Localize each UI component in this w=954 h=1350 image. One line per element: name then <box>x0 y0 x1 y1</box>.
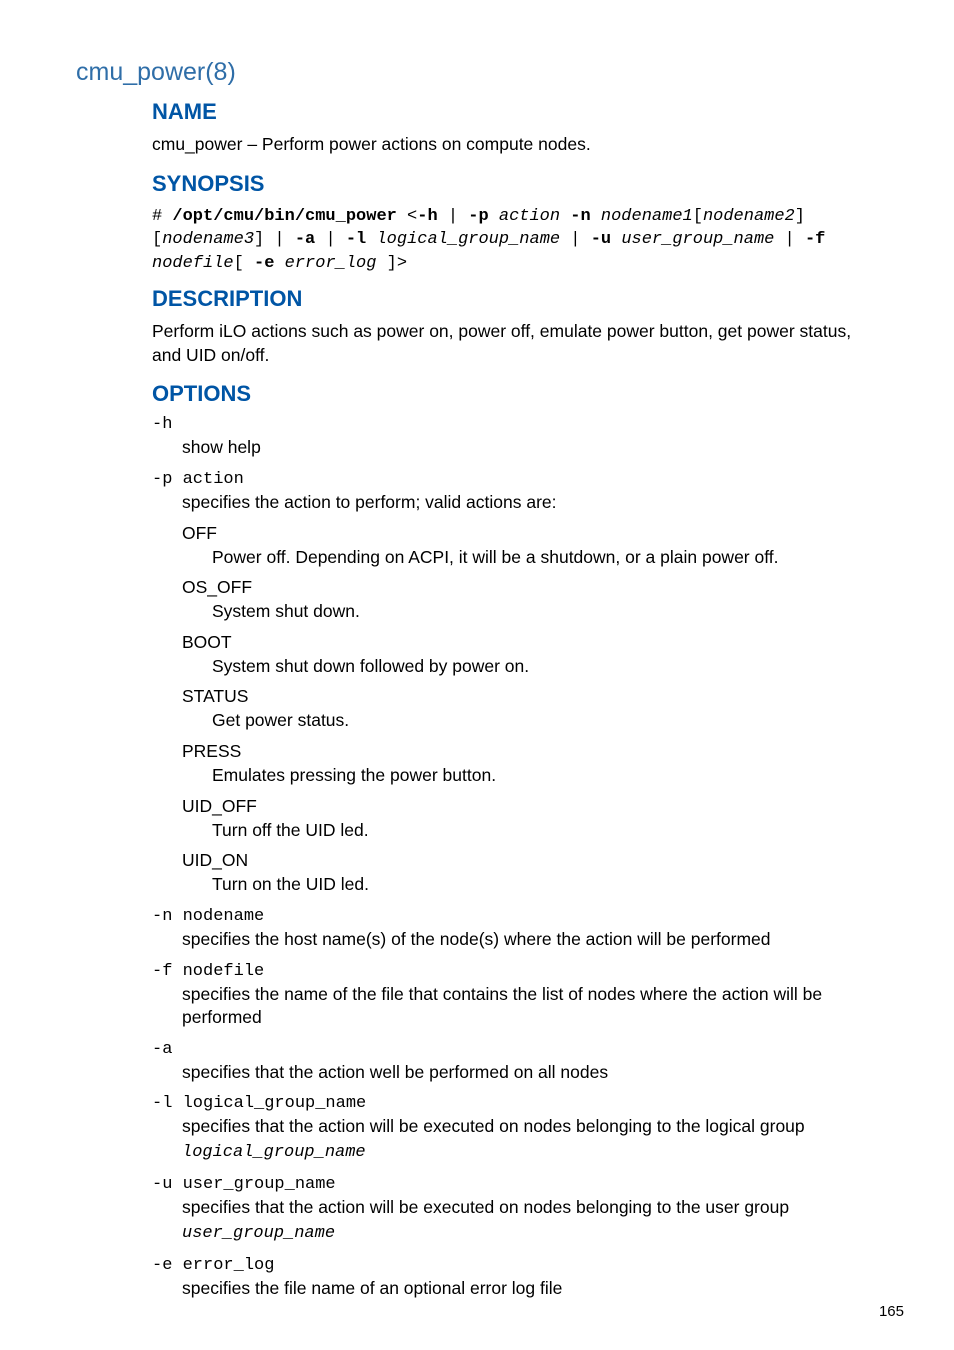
option-h-desc: show help <box>182 436 878 460</box>
synopsis-l: -l <box>346 230 366 249</box>
option-h-term: -h <box>152 415 878 434</box>
synopsis-f: -f <box>805 230 825 249</box>
synopsis-lbsp: [ <box>234 254 254 273</box>
action-boot-desc: System shut down followed by power on. <box>212 655 878 679</box>
synopsis-tail: ]> <box>376 254 407 273</box>
synopsis-node3: nodename3 <box>162 230 254 249</box>
synopsis-node1: nodename1 <box>601 207 693 226</box>
option-u-desc-text: specifies that the action will be execut… <box>182 1197 789 1217</box>
option-l-arg: logical_group_name <box>182 1143 366 1162</box>
synopsis-sp4 <box>366 230 376 249</box>
page-title: cmu_power(8) <box>76 58 878 87</box>
action-uidoff-name: UID_OFF <box>182 796 878 817</box>
option-n-term: -n nodename <box>152 907 878 926</box>
synopsis-p: -p <box>468 207 488 226</box>
synopsis-h: -h <box>417 207 437 226</box>
action-off-desc: Power off. Depending on ACPI, it will be… <box>212 546 878 570</box>
action-osoff-desc: System shut down. <box>212 600 878 624</box>
option-l: -l logical_group_name specifies that the… <box>152 1094 878 1165</box>
action-boot-name: BOOT <box>182 632 878 653</box>
option-n-desc: specifies the host name(s) of the node(s… <box>182 928 878 952</box>
action-uidon-desc: Turn on the UID led. <box>212 873 878 897</box>
synopsis-pipe2: | <box>264 230 295 249</box>
synopsis-cmd: /opt/cmu/bin/cmu_power <box>172 207 396 226</box>
option-e: -e error_log specifies the file name of … <box>152 1256 878 1301</box>
synopsis-rb1: ] <box>795 207 805 226</box>
option-l-term: -l logical_group_name <box>152 1094 878 1113</box>
synopsis-rb2: ] <box>254 230 264 249</box>
synopsis-lb2: [ <box>152 230 162 249</box>
option-e-desc: specifies the file name of an optional e… <box>182 1277 878 1301</box>
synopsis-action: action <box>499 207 560 226</box>
synopsis-sp5 <box>611 230 621 249</box>
option-u-arg: user_group_name <box>182 1224 335 1243</box>
synopsis-pipe3: | <box>315 230 346 249</box>
section-heading-description: DESCRIPTION <box>152 286 878 312</box>
option-u-term: -u user_group_name <box>152 1175 878 1194</box>
synopsis-sp1 <box>489 207 499 226</box>
synopsis-errlog: error_log <box>285 254 377 273</box>
option-e-term: -e error_log <box>152 1256 878 1275</box>
synopsis-lt: < <box>397 207 417 226</box>
action-status-name: STATUS <box>182 686 878 707</box>
page-number: 165 <box>879 1303 904 1320</box>
synopsis-node2: nodename2 <box>703 207 795 226</box>
synopsis-line: # /opt/cmu/bin/cmu_power <-h | -p action… <box>152 205 878 276</box>
action-off-name: OFF <box>182 523 878 544</box>
synopsis-nodefile: nodefile <box>152 254 234 273</box>
option-l-desc: specifies that the action will be execut… <box>182 1115 878 1165</box>
synopsis-sp7 <box>274 254 284 273</box>
synopsis-lgn: logical_group_name <box>376 230 560 249</box>
option-n: -n nodename specifies the host name(s) o… <box>152 907 878 952</box>
option-u-desc: specifies that the action will be execut… <box>182 1196 878 1246</box>
option-p: -p action specifies the action to perfor… <box>152 470 878 897</box>
option-h: -h show help <box>152 415 878 460</box>
option-a: -a specifies that the action well be per… <box>152 1040 878 1085</box>
option-l-desc-text: specifies that the action will be execut… <box>182 1116 805 1136</box>
synopsis-pipe1: | <box>438 207 469 226</box>
section-heading-name: NAME <box>152 99 878 125</box>
option-a-term: -a <box>152 1040 878 1059</box>
synopsis-hash: # <box>152 207 172 226</box>
synopsis-pipe4: | <box>560 230 591 249</box>
action-press-desc: Emulates pressing the power button. <box>212 764 878 788</box>
option-p-term: -p action <box>152 470 878 489</box>
action-uidon-name: UID_ON <box>182 850 878 871</box>
synopsis-ugn: user_group_name <box>621 230 774 249</box>
description-text: Perform iLO actions such as power on, po… <box>152 320 878 367</box>
synopsis-pipe5: | <box>774 230 805 249</box>
option-f: -f nodefile specifies the name of the fi… <box>152 962 878 1030</box>
option-a-desc: specifies that the action well be perfor… <box>182 1061 878 1085</box>
action-press-name: PRESS <box>182 741 878 762</box>
section-heading-options: OPTIONS <box>152 381 878 407</box>
option-f-term: -f nodefile <box>152 962 878 981</box>
synopsis-lb1: [ <box>693 207 703 226</box>
synopsis-u: -u <box>591 230 611 249</box>
synopsis-n: -n <box>570 207 590 226</box>
name-text: cmu_power – Perform power actions on com… <box>152 133 878 157</box>
synopsis-sp2 <box>560 207 570 226</box>
action-osoff-name: OS_OFF <box>182 577 878 598</box>
manpage-content: NAME cmu_power – Perform power actions o… <box>152 99 878 1300</box>
section-heading-synopsis: SYNOPSIS <box>152 171 878 197</box>
synopsis-e: -e <box>254 254 274 273</box>
action-uidoff-desc: Turn off the UID led. <box>212 819 878 843</box>
synopsis-sp3 <box>591 207 601 226</box>
option-p-desc: specifies the action to perform; valid a… <box>182 491 878 515</box>
synopsis-a: -a <box>295 230 315 249</box>
option-f-desc: specifies the name of the file that cont… <box>182 983 878 1030</box>
action-status-desc: Get power status. <box>212 709 878 733</box>
option-u: -u user_group_name specifies that the ac… <box>152 1175 878 1246</box>
